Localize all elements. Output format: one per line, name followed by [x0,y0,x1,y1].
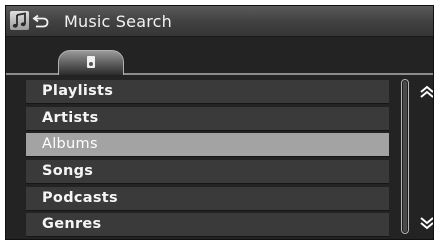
music-category-list: Playlists Artists Albums Songs Podcasts Genre… [26,80,389,239]
list-item-genres[interactable]: Genres [26,213,389,238]
scrollbar[interactable] [401,79,409,234]
back-icon[interactable] [32,13,50,29]
list-item-playlists[interactable]: Playlists [26,80,389,104]
list-item-songs[interactable]: Songs [26,160,389,185]
list-item-artists[interactable]: Artists [26,106,389,131]
list-item-podcasts[interactable]: Podcasts [26,186,389,211]
music-search-screen: Music Search Playlists Artists Albums Songs… [5,5,434,240]
tab-music-device[interactable] [58,50,124,75]
list-item-albums[interactable]: Albums [26,133,389,158]
double-chevron-up-icon[interactable] [419,84,433,98]
music-device-icon [87,56,95,68]
double-chevron-down-icon[interactable] [419,215,433,230]
header-bar: Music Search [6,6,433,37]
page-title: Music Search [64,12,172,31]
tab-strip [6,37,433,75]
music-note-icon[interactable] [10,11,29,30]
scroll-thumb[interactable] [403,81,407,232]
